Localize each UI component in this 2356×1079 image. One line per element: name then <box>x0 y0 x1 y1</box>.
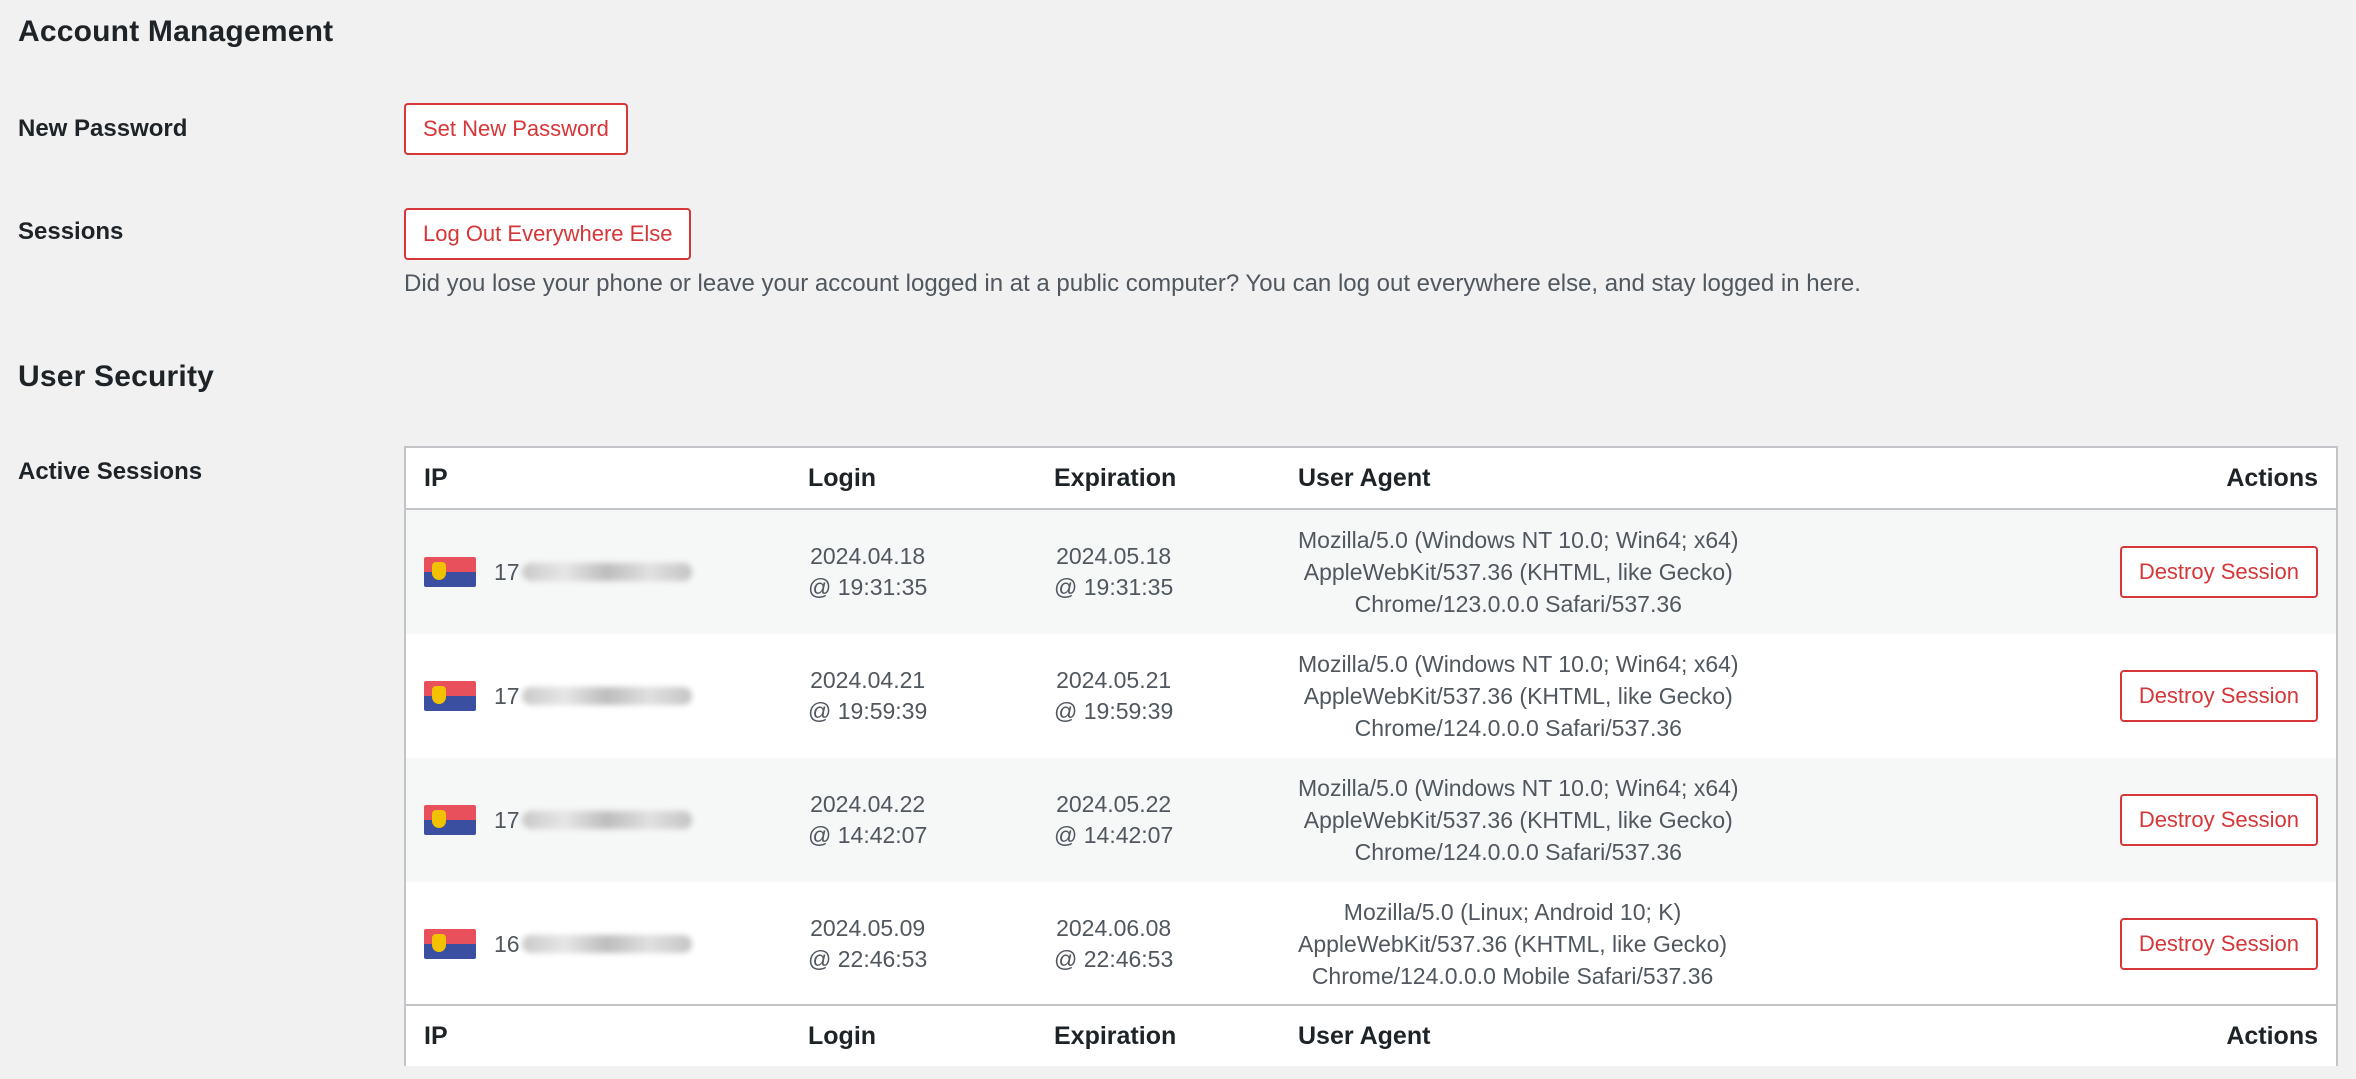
login-cell: 2024.04.21 @ 19:59:39 <box>808 634 927 758</box>
country-flag-icon <box>424 681 476 711</box>
destroy-session-button[interactable]: Destroy Session <box>2119 546 2318 598</box>
new-password-label: New Password <box>18 115 188 142</box>
set-new-password-button[interactable]: Set New Password <box>404 103 628 155</box>
active-sessions-table: IP Login Expiration User Agent Actions 1… <box>404 446 2338 1066</box>
ip-redacted <box>521 687 692 705</box>
ip-cell: 17 <box>424 634 692 758</box>
destroy-session-button[interactable]: Destroy Session <box>2119 670 2318 722</box>
user-agent-line: Mozilla/5.0 (Linux; Android 10; K) <box>1343 899 1682 925</box>
user-agent-line: AppleWebKit/537.36 (KHTML, like Gecko) <box>1303 683 1733 709</box>
login-time: @ 19:59:39 <box>808 698 928 724</box>
country-flag-icon <box>424 557 476 587</box>
sessions-description: Did you lose your phone or leave your ac… <box>404 270 1861 297</box>
login-cell: 2024.04.18 @ 19:31:35 <box>808 510 927 634</box>
ip-redacted <box>521 563 692 581</box>
user-agent-line: Chrome/124.0.0.0 Mobile Safari/537.36 <box>1311 963 1714 989</box>
expiration-date: 2024.05.22 <box>1056 791 1172 817</box>
user-security-title: User Security <box>18 360 215 393</box>
actions-cell: Destroy Session <box>2119 882 2318 1006</box>
login-date: 2024.04.21 <box>810 667 926 693</box>
expiration-date: 2024.05.18 <box>1056 543 1172 569</box>
footer-ip: IP <box>424 1021 448 1050</box>
expiration-time: @ 19:31:35 <box>1054 574 1174 600</box>
ip-prefix: 17 <box>494 682 520 709</box>
actions-cell: Destroy Session <box>2119 758 2318 882</box>
login-cell: 2024.05.09 @ 22:46:53 <box>808 882 927 1006</box>
ip-prefix: 16 <box>494 930 520 957</box>
expiration-cell: 2024.06.08 @ 22:46:53 <box>1054 882 1173 1006</box>
user-agent-line: AppleWebKit/537.36 (KHTML, like Gecko) <box>1298 931 1728 957</box>
ip-prefix: 17 <box>494 558 520 585</box>
login-date: 2024.04.22 <box>810 791 926 817</box>
footer-user-agent: User Agent <box>1298 1021 1431 1050</box>
ip-redacted <box>521 811 692 829</box>
user-agent-cell: Mozilla/5.0 (Windows NT 10.0; Win64; x64… <box>1298 758 1739 882</box>
login-date: 2024.05.09 <box>810 915 926 941</box>
ip-cell: 17 <box>424 758 692 882</box>
user-agent-cell: Mozilla/5.0 (Linux; Android 10; K) Apple… <box>1298 882 1727 1006</box>
login-time: @ 22:46:53 <box>808 946 928 972</box>
user-agent-line: AppleWebKit/537.36 (KHTML, like Gecko) <box>1303 807 1733 833</box>
table-row: 17 2024.04.21 @ 19:59:39 2024.05.21 @ 19… <box>406 634 2336 758</box>
user-agent-line: AppleWebKit/537.36 (KHTML, like Gecko) <box>1303 559 1733 585</box>
log-out-everywhere-else-button[interactable]: Log Out Everywhere Else <box>404 208 692 260</box>
country-flag-icon <box>424 805 476 835</box>
expiration-cell: 2024.05.21 @ 19:59:39 <box>1054 634 1173 758</box>
expiration-cell: 2024.05.18 @ 19:31:35 <box>1054 510 1173 634</box>
ip-prefix: 17 <box>494 806 520 833</box>
footer-login: Login <box>808 1021 877 1050</box>
sessions-label: Sessions <box>18 218 124 245</box>
user-agent-line: Chrome/123.0.0.0 Safari/537.36 <box>1354 591 1682 617</box>
ip-redacted <box>521 935 692 953</box>
country-flag-icon <box>424 929 476 959</box>
expiration-date: 2024.06.08 <box>1056 915 1172 941</box>
actions-cell: Destroy Session <box>2119 510 2318 634</box>
expiration-date: 2024.05.21 <box>1056 667 1172 693</box>
table-row: 17 2024.04.22 @ 14:42:07 2024.05.22 @ 14… <box>406 758 2336 882</box>
destroy-session-button[interactable]: Destroy Session <box>2119 918 2318 970</box>
actions-cell: Destroy Session <box>2119 634 2318 758</box>
login-date: 2024.04.18 <box>810 543 926 569</box>
user-agent-line: Mozilla/5.0 (Windows NT 10.0; Win64; x64… <box>1298 651 1739 677</box>
table-footer: IP Login Expiration User Agent Actions <box>406 1004 2336 1066</box>
table-row: 17 2024.04.18 @ 19:31:35 2024.05.18 @ 19… <box>406 510 2336 634</box>
header-actions: Actions <box>2226 463 2318 492</box>
user-agent-line: Mozilla/5.0 (Windows NT 10.0; Win64; x64… <box>1298 775 1739 801</box>
user-agent-line: Chrome/124.0.0.0 Safari/537.36 <box>1354 839 1682 865</box>
destroy-session-button[interactable]: Destroy Session <box>2119 794 2318 846</box>
user-agent-cell: Mozilla/5.0 (Windows NT 10.0; Win64; x64… <box>1298 510 1739 634</box>
expiration-time: @ 19:59:39 <box>1054 698 1174 724</box>
login-time: @ 14:42:07 <box>808 822 928 848</box>
user-agent-line: Mozilla/5.0 (Windows NT 10.0; Win64; x64… <box>1298 527 1739 553</box>
table-row: 16 2024.05.09 @ 22:46:53 2024.06.08 @ 22… <box>406 882 2336 1006</box>
expiration-time: @ 14:42:07 <box>1054 822 1174 848</box>
footer-expiration: Expiration <box>1054 1021 1177 1050</box>
login-time: @ 19:31:35 <box>808 574 928 600</box>
user-agent-line: Chrome/124.0.0.0 Safari/537.36 <box>1354 715 1682 741</box>
account-management-title: Account Management <box>18 15 334 48</box>
expiration-time: @ 22:46:53 <box>1054 946 1174 972</box>
header-login: Login <box>808 463 877 492</box>
footer-actions: Actions <box>2226 1021 2318 1050</box>
header-user-agent: User Agent <box>1298 463 1431 492</box>
ip-cell: 17 <box>424 510 692 634</box>
table-header: IP Login Expiration User Agent Actions <box>406 448 2336 510</box>
active-sessions-label: Active Sessions <box>18 458 203 485</box>
user-agent-cell: Mozilla/5.0 (Windows NT 10.0; Win64; x64… <box>1298 634 1739 758</box>
expiration-cell: 2024.05.22 @ 14:42:07 <box>1054 758 1173 882</box>
header-ip: IP <box>424 463 448 492</box>
header-expiration: Expiration <box>1054 463 1177 492</box>
login-cell: 2024.04.22 @ 14:42:07 <box>808 758 927 882</box>
profile-settings-page: Account Management New Password Set New … <box>0 0 2356 1079</box>
ip-cell: 16 <box>424 882 692 1006</box>
